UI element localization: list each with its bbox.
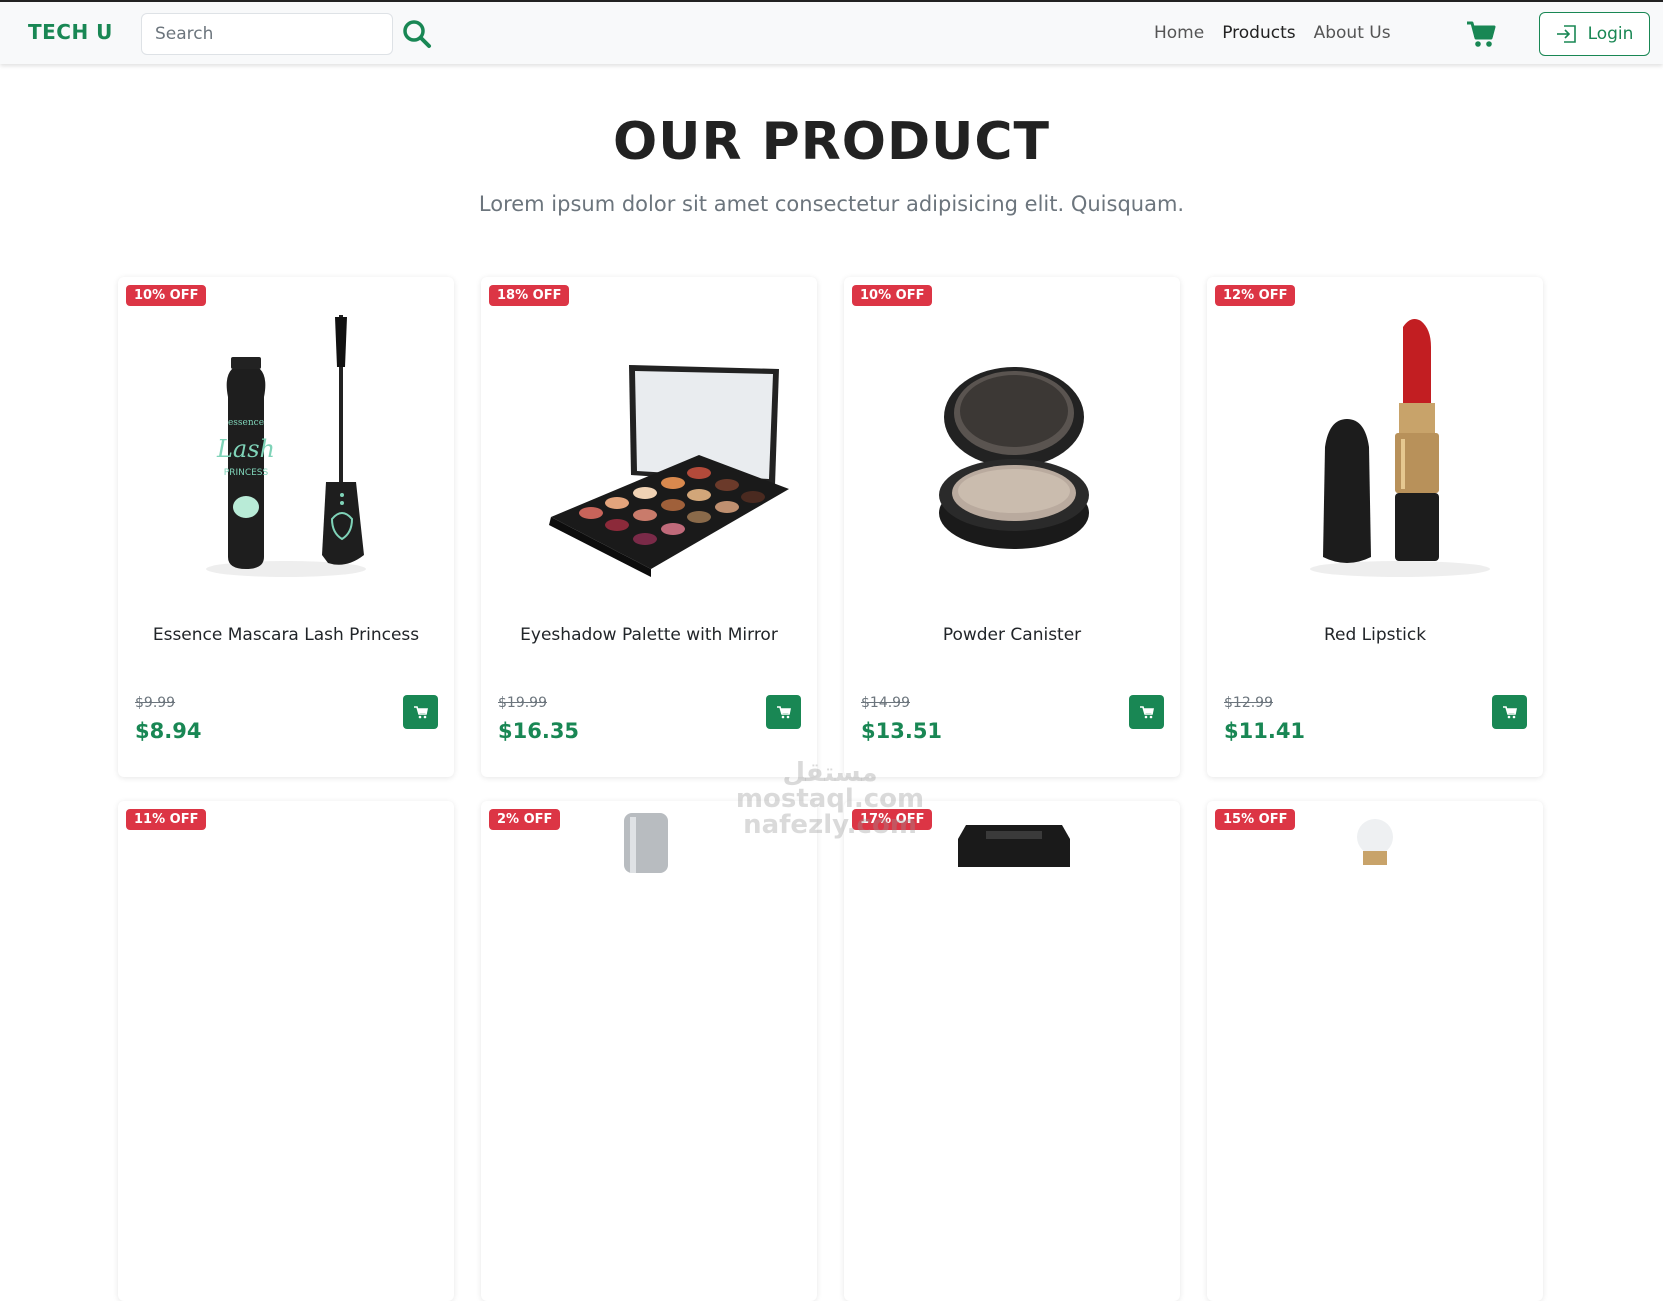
brand-logo[interactable]: TECH U [28,20,113,44]
discount-badge: 12% OFF [1215,285,1296,306]
discount-badge: 10% OFF [852,285,933,306]
discount-badge: 11% OFF [126,809,207,830]
bottle-image [624,813,668,873]
svg-text:PRINCESS: PRINCESS [224,468,269,478]
search-icon [403,20,431,48]
svg-text:essence: essence [228,418,264,428]
discount-badge: 10% OFF [126,285,207,306]
product-card[interactable]: 15% OFF [1207,801,1543,1301]
product-card[interactable]: 12% OFF Red Lipstick $12.99 $11.41 [1207,277,1543,777]
watermark: مستقل mostaql.com nafezly.com [735,758,925,840]
product-card[interactable]: 2% OFF [481,801,817,1301]
mascara-image: essence Lash PRINCESS [206,315,366,577]
cart-icon[interactable] [1466,20,1496,48]
product-title[interactable]: Essence Mascara Lash Princess [118,625,454,645]
product-card[interactable]: 10% OFF essence Lash PRINCESS Essence Ma… [118,277,454,777]
perfume-image [958,825,1070,867]
nav-link-about[interactable]: About Us [1314,23,1391,43]
add-to-cart-button[interactable] [1129,695,1164,729]
discount-badge: 2% OFF [489,809,561,830]
add-to-cart-button[interactable] [403,695,438,729]
search-button[interactable] [402,19,432,49]
login-button[interactable]: Login [1539,12,1650,56]
bulb-image [1357,819,1393,865]
product-title[interactable]: Red Lipstick [1207,625,1543,645]
price: $13.51 [861,719,943,743]
price: $11.41 [1224,719,1306,743]
add-to-cart-button[interactable] [766,695,801,729]
page-subtitle: Lorem ipsum dolor sit amet consectetur a… [478,192,1185,216]
cart-icon [776,705,791,718]
product-card[interactable]: 18% OFF Eyeshadow Palette with Mirror $1… [481,277,817,777]
nav-links: Home Products About Us [1154,23,1391,43]
eyeshadow-palette-image [549,365,789,577]
page-title: OUR PRODUCT [613,112,1050,172]
navbar: TECH U Home Products About Us Login [0,0,1663,64]
powder-compact-image [939,367,1089,549]
price: $8.94 [135,719,202,743]
nav-link-home[interactable]: Home [1154,23,1204,43]
old-price: $9.99 [135,695,176,711]
discount-badge: 18% OFF [489,285,570,306]
lipstick-image [1310,319,1490,577]
cart-icon [413,705,428,718]
login-label: Login [1587,24,1634,44]
add-to-cart-button[interactable] [1492,695,1527,729]
product-card[interactable]: 10% OFF Powder Canister $14.99 $13.51 [844,277,1180,777]
cart-icon [1502,705,1517,718]
product-title[interactable]: Powder Canister [844,625,1180,645]
price: $16.35 [498,719,580,743]
product-title[interactable]: Eyeshadow Palette with Mirror [481,625,817,645]
svg-text:Lash: Lash [216,435,275,463]
login-icon [1556,25,1576,43]
product-card[interactable]: 11% OFF [118,801,454,1301]
old-price: $19.99 [498,695,547,711]
old-price: $12.99 [1224,695,1273,711]
nav-link-products[interactable]: Products [1222,23,1295,43]
product-card[interactable]: 17% OFF [844,801,1180,1301]
old-price: $14.99 [861,695,910,711]
cart-icon [1139,705,1154,718]
search-input[interactable] [141,13,393,55]
discount-badge: 15% OFF [1215,809,1296,830]
